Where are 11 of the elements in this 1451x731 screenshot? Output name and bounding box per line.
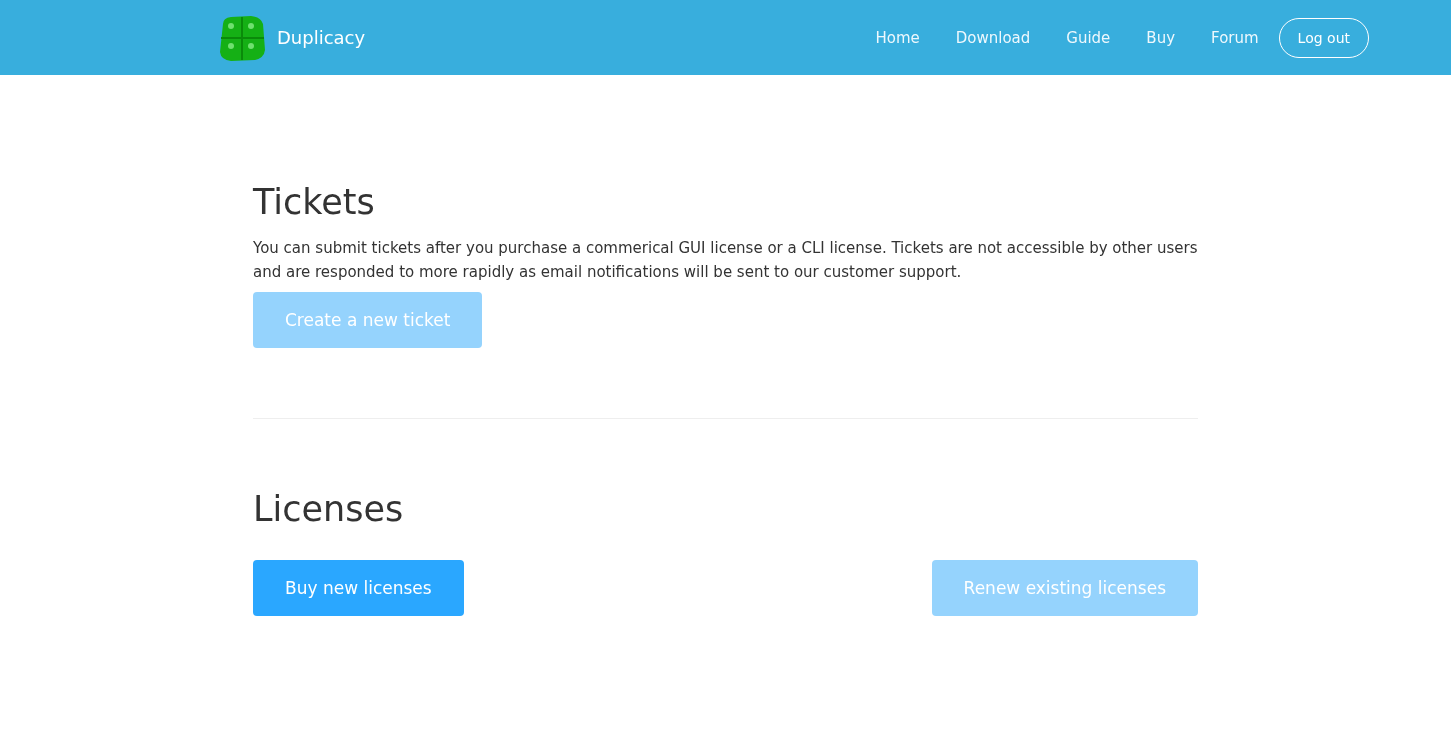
license-button[interactable]: Buy new licenses [253,560,464,616]
nav-link[interactable]: Download [937,28,1049,47]
section-heading: Tickets [253,181,376,224]
cube-logo-icon[interactable] [217,13,267,62]
section-heading: Licenses [253,487,405,531]
nav-link[interactable]: Guide [1048,28,1129,47]
nav-link[interactable]: Forum [1193,28,1277,47]
nav-link[interactable]: Buy [1128,28,1194,47]
brand-name[interactable]: Duplicacy [277,27,366,48]
tickets-description: You can submit tickets after you purchase a commerical GUI license or a CLI license. Tickets are not accessible by other users and are responded to more rapidly as email notifications will be sent to our customer support. [253,237,1198,283]
nav-link[interactable]: Home [857,28,938,47]
